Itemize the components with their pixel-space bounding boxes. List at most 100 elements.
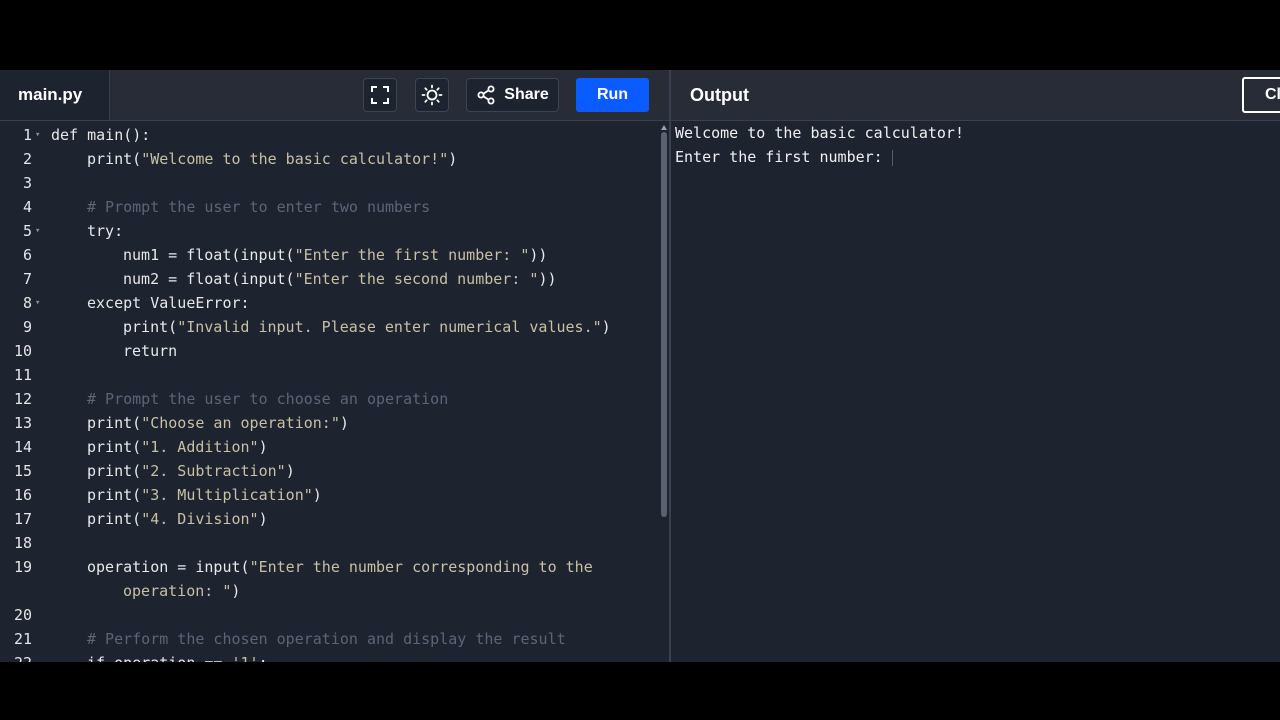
text-cursor (891, 149, 893, 166)
code-text: print("1. Addition") (87, 435, 268, 459)
share-button[interactable]: Share (466, 78, 559, 112)
code-token: )) (538, 270, 557, 288)
output-line-text: Enter the first number: (675, 148, 892, 166)
code-text: # Perform the chosen operation and displ… (87, 627, 566, 651)
theme-toggle-button[interactable] (415, 78, 449, 112)
code-token: ) (601, 318, 611, 336)
line-number: 10 (13, 342, 32, 360)
output-line-prompt: Enter the first number: (675, 145, 1275, 169)
code-text: print("4. Division") (87, 507, 268, 531)
code-line[interactable]: 21 # Perform the chosen operation and dis… (0, 627, 660, 651)
code-text: print("Invalid input. Please enter numer… (123, 315, 611, 339)
code-line[interactable]: 4 # Prompt the user to enter two numbers (0, 195, 660, 219)
code-line[interactable]: 12 # Prompt the user to choose an operati… (0, 387, 660, 411)
code-token: print( (87, 510, 142, 528)
code-token: print( (87, 438, 142, 456)
code-text: num2 = float(input("Enter the second num… (123, 267, 557, 291)
code-line[interactable]: 7 num2 = float(input("Enter the second nu… (0, 267, 660, 291)
code-line[interactable]: 10 return (0, 339, 660, 363)
code-line[interactable]: 3 (0, 171, 660, 195)
code-line[interactable]: 5 ▾ try: (0, 219, 660, 243)
code-token: )) (529, 246, 548, 264)
code-token: print( (123, 318, 178, 336)
code-token: print( (87, 150, 142, 168)
code-line[interactable]: 13 print("Choose an operation:") (0, 411, 660, 435)
line-number: 8 (22, 294, 32, 312)
code-line[interactable]: operation: ") (0, 579, 660, 603)
code-token: "Enter the first number: " (294, 246, 530, 264)
fullscreen-button[interactable] (363, 78, 397, 112)
code-text: print("3. Multiplication") (87, 483, 322, 507)
line-number: 2 (22, 150, 32, 168)
tab-main-py[interactable]: main.py (0, 70, 110, 120)
code-token: operation = input( (87, 558, 250, 576)
code-token: ) (258, 438, 268, 456)
output-line: Welcome to the basic calculator! (675, 124, 964, 142)
code-line[interactable]: 2 print("Welcome to the basic calculator!… (0, 147, 660, 171)
code-line[interactable]: 14 print("1. Addition") (0, 435, 660, 459)
code-token: try: (87, 222, 124, 240)
share-label: Share (504, 86, 549, 103)
code-editor[interactable]: 1 ▾ def main(): 2 print("Welcome to the basi… (0, 121, 660, 662)
code-token: # Perform the chosen operation and displ… (87, 630, 566, 648)
code-token: "Enter the number corresponding to the (249, 558, 593, 576)
code-token: ) (339, 414, 349, 432)
fold-chevron-icon[interactable]: ▾ (35, 123, 40, 147)
line-number: 22 (0, 651, 32, 662)
code-token: ) (285, 462, 295, 480)
run-button[interactable]: Run (576, 78, 649, 112)
toolbar: main.py Share Run Output Cl (0, 70, 1280, 121)
code-line[interactable]: 18 (0, 531, 660, 555)
code-token: "4. Division" (141, 510, 259, 528)
line-number: 17 (13, 510, 32, 528)
line-number: 3 (22, 174, 32, 192)
code-line[interactable]: 11 (0, 363, 660, 387)
sun-icon (421, 84, 443, 106)
code-line[interactable]: 1 ▾ def main(): (0, 123, 660, 147)
line-number: 13 (13, 414, 32, 432)
code-token: '1' (232, 654, 259, 662)
line-number: 21 (13, 630, 32, 648)
code-text: operation = input("Enter the number corr… (87, 555, 593, 579)
code-line[interactable]: 20 (0, 603, 660, 627)
output-title: Output (690, 84, 749, 105)
code-token: print( (87, 414, 142, 432)
code-line[interactable]: 6 num1 = float(input("Enter the first num… (0, 243, 660, 267)
fold-chevron-icon[interactable]: ▾ (35, 291, 40, 315)
code-token: print( (87, 462, 142, 480)
line-number: 20 (13, 606, 32, 624)
code-text: except ValueError: (87, 291, 250, 315)
line-number: 15 (13, 462, 32, 480)
line-number: 11 (13, 366, 32, 384)
code-token: "Invalid input. Please enter numerical v… (177, 318, 602, 336)
code-line[interactable]: 9 print("Invalid input. Please enter nume… (0, 315, 660, 339)
fold-chevron-icon[interactable]: ▾ (35, 219, 40, 243)
code-token: operation: " (123, 582, 232, 600)
code-token: "3. Multiplication" (141, 486, 313, 504)
output-console[interactable]: Welcome to the basic calculator! Enter t… (675, 121, 1275, 169)
editor-scrollbar[interactable] (661, 132, 667, 517)
code-line[interactable]: 22 if operation == '1': (0, 651, 660, 662)
code-token: ) (258, 510, 268, 528)
code-text: # Prompt the user to enter two numbers (87, 195, 430, 219)
code-token: : (259, 654, 268, 662)
code-token: print( (87, 486, 142, 504)
code-line[interactable]: 19 operation = input("Enter the number co… (0, 555, 660, 579)
line-number: 14 (13, 438, 32, 456)
scroll-up-arrow-icon[interactable] (661, 125, 667, 130)
code-text: operation: ") (123, 579, 240, 603)
code-line[interactable]: 8 ▾ except ValueError: (0, 291, 660, 315)
code-token: "Choose an operation:" (141, 414, 340, 432)
code-line[interactable]: 16 print("3. Multiplication") (0, 483, 660, 507)
code-line[interactable]: 15 print("2. Subtraction") (0, 459, 660, 483)
line-number: 18 (13, 534, 32, 552)
code-token: # Prompt the user to choose an operation (87, 390, 449, 408)
line-number: 1 (22, 126, 32, 144)
clear-button[interactable]: Cl (1242, 77, 1280, 113)
code-text: print("Choose an operation:") (87, 411, 349, 435)
code-token: num1 = float(input( (123, 246, 295, 264)
pane-divider[interactable] (669, 70, 671, 662)
code-line[interactable]: 17 print("4. Division") (0, 507, 660, 531)
line-number: 5 (22, 222, 32, 240)
code-token: if operation == (87, 654, 232, 662)
